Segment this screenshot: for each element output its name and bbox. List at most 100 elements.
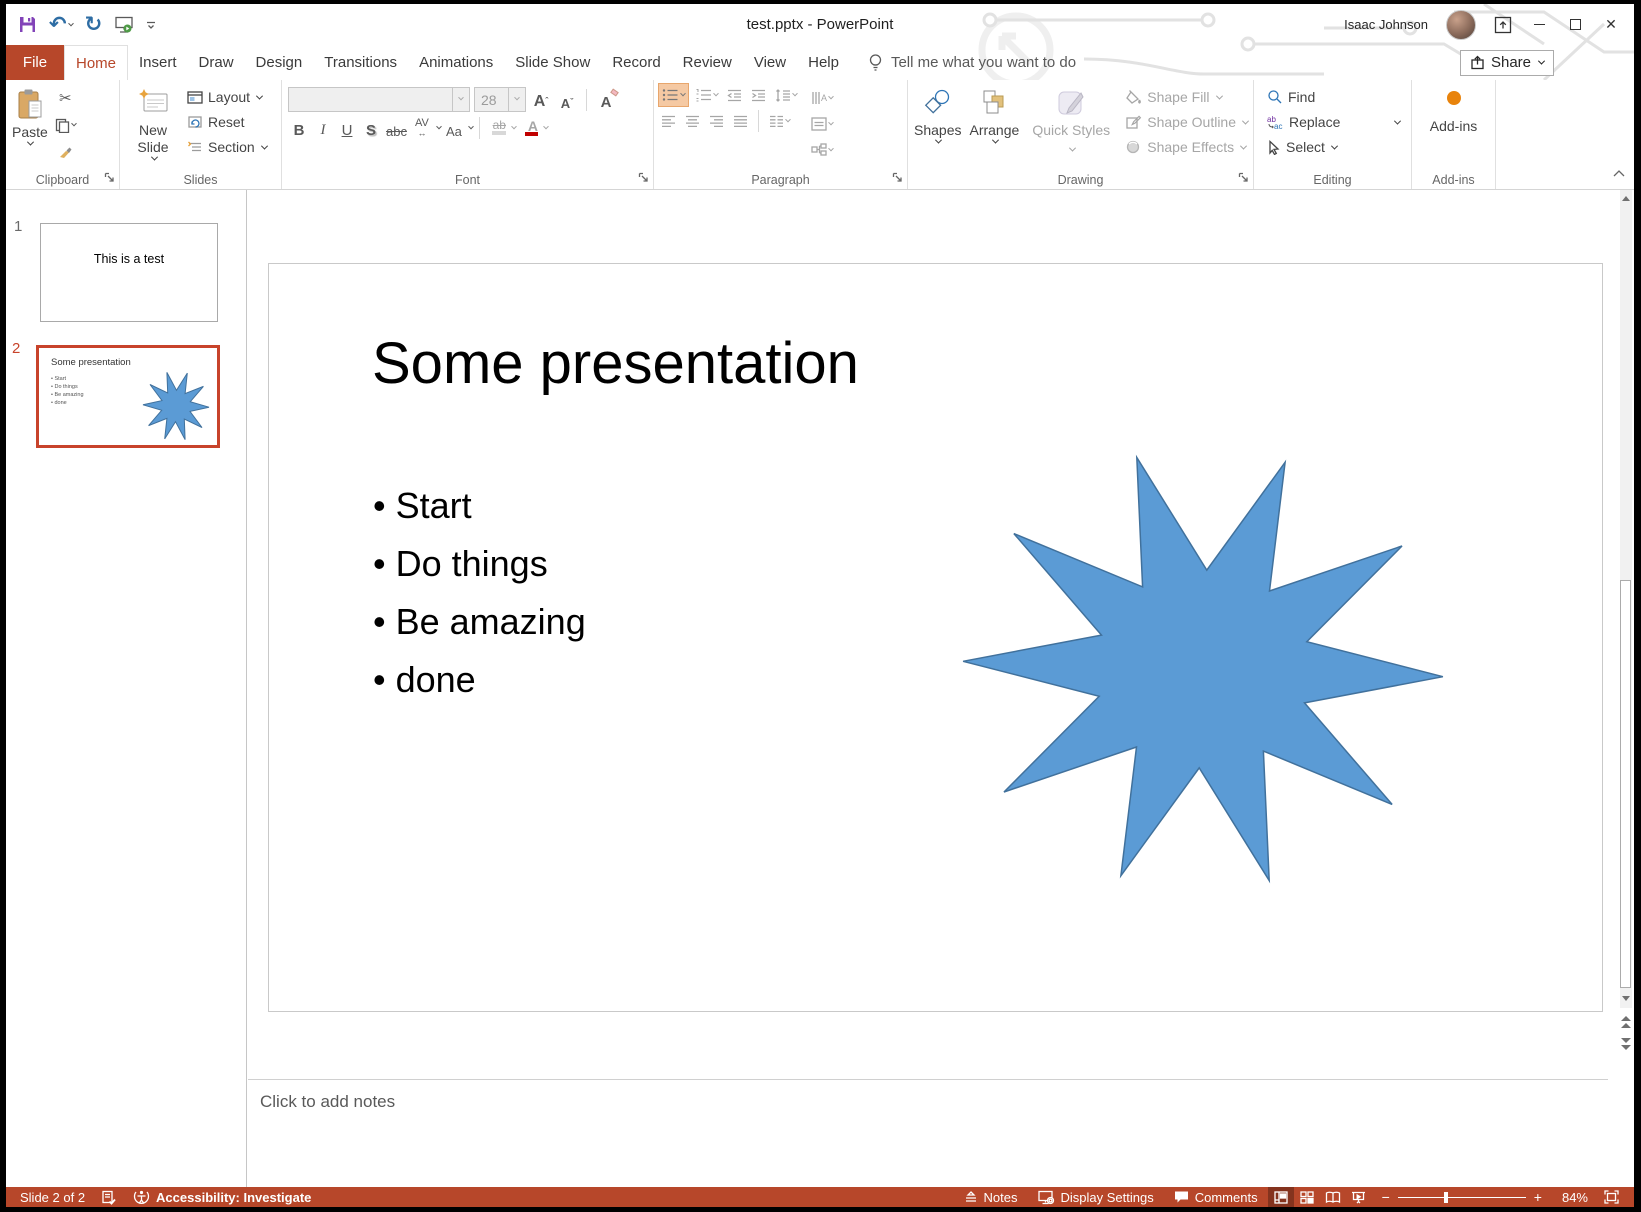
- start-slideshow-icon[interactable]: [114, 15, 134, 34]
- minimize-button[interactable]: [1530, 16, 1548, 34]
- comments-toggle[interactable]: Comments: [1164, 1187, 1268, 1207]
- zoom-out-button[interactable]: −: [1372, 1187, 1390, 1207]
- shape-outline-button[interactable]: Shape Outline: [1123, 111, 1251, 133]
- tab-view[interactable]: View: [743, 45, 797, 80]
- close-button[interactable]: ✕: [1602, 16, 1620, 34]
- reset-button[interactable]: Reset: [184, 111, 270, 133]
- italic-button[interactable]: I: [312, 116, 334, 139]
- increase-font-size-icon[interactable]: Aˆ: [530, 88, 552, 111]
- underline-button[interactable]: U: [336, 116, 358, 139]
- align-left-icon[interactable]: [658, 109, 679, 133]
- vertical-scrollbar[interactable]: [1620, 190, 1632, 1008]
- layout-button[interactable]: Layout: [184, 86, 270, 108]
- slide-1-thumbnail[interactable]: This is a test: [40, 223, 218, 322]
- undo-icon[interactable]: ↶: [49, 15, 73, 35]
- quick-styles-button[interactable]: Quick Styles: [1023, 82, 1119, 170]
- text-highlight-color-button[interactable]: ab: [486, 116, 508, 139]
- customize-qat-icon[interactable]: [146, 20, 156, 30]
- shape-effects-button[interactable]: Shape Effects: [1123, 136, 1251, 158]
- reading-view-button[interactable]: [1320, 1187, 1346, 1207]
- paste-button[interactable]: Paste: [8, 82, 52, 170]
- maximize-button[interactable]: [1566, 16, 1584, 34]
- replace-button[interactable]: abac Replace: [1264, 111, 1409, 133]
- strikethrough-button[interactable]: abc: [384, 116, 409, 139]
- slide-bullet[interactable]: Start: [373, 477, 586, 535]
- character-spacing-button[interactable]: AV↔: [411, 116, 433, 139]
- tab-draw[interactable]: Draw: [188, 45, 245, 80]
- user-name[interactable]: Isaac Johnson: [1344, 17, 1428, 32]
- tab-file[interactable]: File: [6, 45, 64, 80]
- tab-transitions[interactable]: Transitions: [313, 45, 408, 80]
- tab-animations[interactable]: Animations: [408, 45, 504, 80]
- bullets-button[interactable]: [658, 83, 689, 107]
- slide-bullet[interactable]: Be amazing: [373, 593, 586, 651]
- zoom-slider-thumb[interactable]: [1444, 1192, 1448, 1203]
- line-spacing-button[interactable]: [772, 83, 800, 107]
- slide-2-thumbnail[interactable]: Some presentation Start Do things Be ama…: [36, 345, 220, 448]
- align-text-button[interactable]: [808, 112, 836, 136]
- slide-canvas[interactable]: Some presentation Start Do things Be ama…: [268, 263, 1603, 1012]
- font-color-button[interactable]: A: [518, 116, 540, 139]
- addins-button[interactable]: Add-ins: [1426, 82, 1481, 170]
- copy-icon[interactable]: [52, 113, 79, 137]
- slide-title[interactable]: Some presentation: [372, 330, 859, 397]
- arrange-button[interactable]: Arrange: [965, 82, 1023, 170]
- slide-bullet[interactable]: Do things: [373, 535, 586, 593]
- new-slide-button[interactable]: New Slide: [122, 82, 184, 170]
- convert-to-smartart-button[interactable]: [808, 138, 836, 162]
- font-name-dropdown-icon[interactable]: [452, 88, 469, 111]
- tab-insert[interactable]: Insert: [128, 45, 188, 80]
- cut-icon[interactable]: ✂: [52, 86, 79, 110]
- tab-design[interactable]: Design: [245, 45, 314, 80]
- numbering-button[interactable]: [692, 83, 721, 107]
- font-size-dropdown-icon[interactable]: [508, 88, 525, 111]
- align-center-icon[interactable]: [682, 109, 703, 133]
- star-shape[interactable]: [955, 442, 1451, 896]
- share-button[interactable]: Share: [1460, 50, 1554, 76]
- drawing-dialog-launcher-icon[interactable]: [1238, 172, 1249, 186]
- tab-home[interactable]: Home: [64, 45, 128, 80]
- section-button[interactable]: Section: [184, 136, 270, 158]
- bold-button[interactable]: B: [288, 116, 310, 139]
- spell-check-icon[interactable]: [101, 1190, 117, 1205]
- text-shadow-button[interactable]: S: [360, 116, 382, 139]
- normal-view-button[interactable]: [1268, 1187, 1294, 1207]
- slide-sorter-view-button[interactable]: [1294, 1187, 1320, 1207]
- accessibility-checker[interactable]: Accessibility: Investigate: [133, 1189, 311, 1205]
- increase-indent-icon[interactable]: [748, 83, 769, 107]
- avatar[interactable]: [1446, 10, 1476, 40]
- zoom-level[interactable]: 84%: [1552, 1187, 1598, 1207]
- next-slide-icon[interactable]: [1619, 1036, 1633, 1052]
- fit-slide-to-window-icon[interactable]: [1598, 1187, 1624, 1207]
- replace-dropdown-chevron-icon[interactable]: [1394, 117, 1401, 124]
- tell-me-box[interactable]: Tell me what you want to do: [868, 45, 1076, 80]
- shapes-button[interactable]: Shapes: [910, 82, 965, 170]
- format-painter-icon[interactable]: [52, 140, 79, 164]
- text-direction-button[interactable]: A: [808, 86, 836, 110]
- find-button[interactable]: Find: [1264, 86, 1409, 108]
- notes-pane[interactable]: Click to add notes: [248, 1080, 1608, 1187]
- tab-slide-show[interactable]: Slide Show: [504, 45, 601, 80]
- tab-record[interactable]: Record: [601, 45, 671, 80]
- ribbon-display-options-icon[interactable]: [1494, 16, 1512, 34]
- scroll-up-icon[interactable]: [1620, 190, 1632, 207]
- scroll-down-icon[interactable]: [1620, 990, 1632, 1007]
- justify-icon[interactable]: [730, 109, 751, 133]
- paragraph-dialog-launcher-icon[interactable]: [892, 172, 903, 186]
- font-size-combobox[interactable]: 28: [474, 87, 526, 112]
- tab-help[interactable]: Help: [797, 45, 850, 80]
- font-dialog-launcher-icon[interactable]: [638, 172, 649, 186]
- change-case-button[interactable]: Aa: [443, 116, 465, 139]
- save-icon[interactable]: [18, 15, 37, 34]
- slide-bullet-list[interactable]: Start Do things Be amazing done: [373, 477, 586, 709]
- previous-slide-icon[interactable]: [1619, 1014, 1633, 1030]
- slide-indicator[interactable]: Slide 2 of 2: [20, 1190, 85, 1205]
- select-button[interactable]: Select: [1264, 136, 1409, 158]
- tab-review[interactable]: Review: [672, 45, 743, 80]
- redo-icon[interactable]: ↻: [85, 15, 103, 35]
- zoom-in-button[interactable]: +: [1534, 1187, 1552, 1207]
- undo-dropdown-chevron-icon[interactable]: [68, 20, 74, 26]
- font-name-combobox[interactable]: [288, 87, 470, 112]
- scrollbar-thumb[interactable]: [1620, 580, 1631, 988]
- notes-toggle[interactable]: Notes: [954, 1187, 1028, 1207]
